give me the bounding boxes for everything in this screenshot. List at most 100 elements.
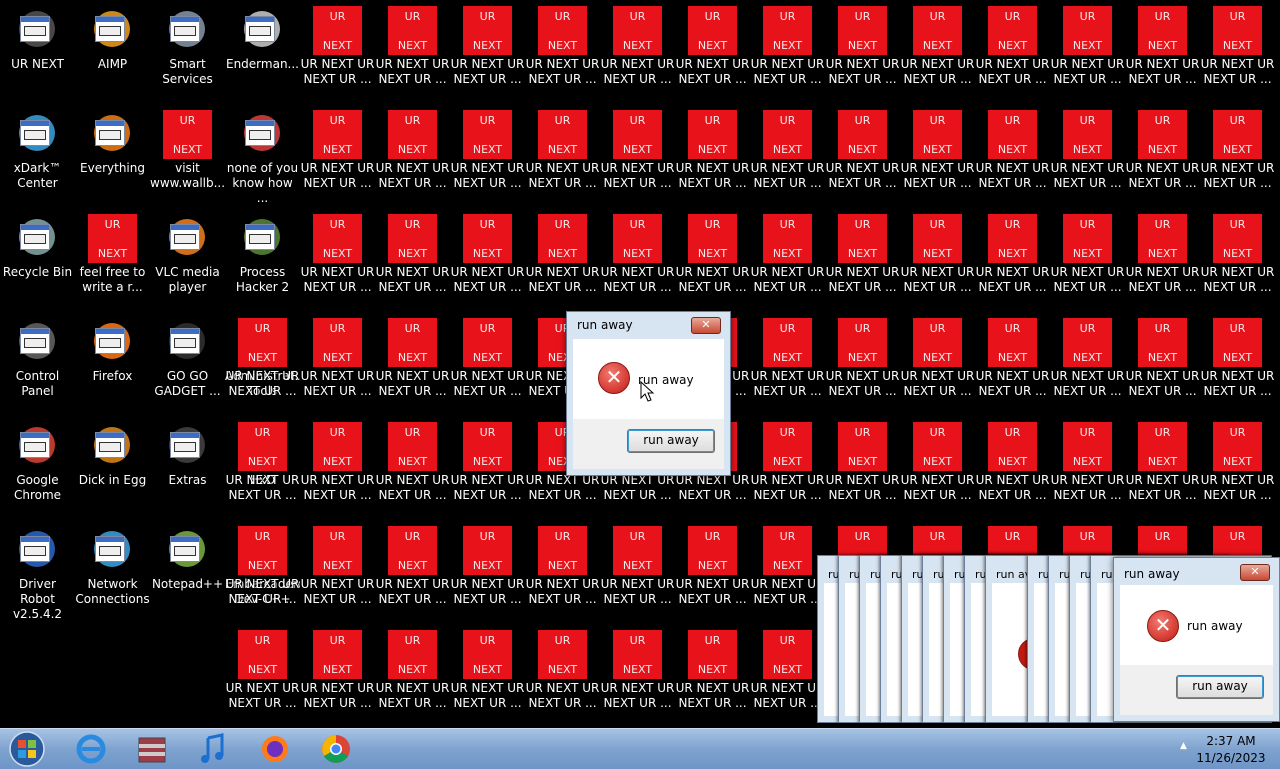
- ur-next-desktop-icon[interactable]: URNEXTUR NEXT UR NEXT UR ...: [450, 208, 525, 308]
- ur-next-desktop-icon[interactable]: URNEXTUR NEXT UR NEXT UR ...: [1200, 312, 1275, 412]
- ur-next-desktop-icon[interactable]: URNEXTUR NEXT UR NEXT UR ...: [450, 624, 525, 724]
- ur-next-desktop-icon[interactable]: URNEXTUR NEXT UR NEXT UR ...: [600, 208, 675, 308]
- ur-next-desktop-icon[interactable]: URNEXTUR NEXT UR NEXT UR ...: [750, 312, 825, 412]
- ur-next-desktop-icon[interactable]: URNEXTUR NEXT UR NEXT UR ...: [300, 104, 375, 204]
- ur-next-desktop-icon[interactable]: URNEXTUR NEXT UR NEXT UR ...: [525, 624, 600, 724]
- ur-next-desktop-icon[interactable]: URNEXTUR NEXT UR NEXT UR ...: [825, 208, 900, 308]
- start-button[interactable]: [2, 731, 52, 767]
- ur-next-desktop-icon[interactable]: URNEXTUR NEXT UR NEXT UR ...: [600, 520, 675, 620]
- ur-next-desktop-icon[interactable]: URNEXTUR NEXT UR NEXT UR ...: [1050, 208, 1125, 308]
- taskbar-firefox[interactable]: [248, 732, 300, 766]
- desktop-icon[interactable]: Dick in Egg: [75, 416, 150, 516]
- run-away-dialog-front[interactable]: run away ✕ ✕ run away run away: [1113, 557, 1280, 722]
- ur-next-desktop-icon[interactable]: URNEXTUR NEXT UR NEXT UR ...: [525, 104, 600, 204]
- ur-next-desktop-icon[interactable]: URNEXTUR NEXT UR NEXT UR ...: [450, 416, 525, 516]
- ur-next-desktop-icon[interactable]: URNEXTUR NEXT UR NEXT UR ...: [900, 208, 975, 308]
- ur-next-desktop-icon[interactable]: URNEXTUR NEXT UR NEXT UR ...: [375, 416, 450, 516]
- ur-next-desktop-icon[interactable]: URNEXTUR NEXT UR NEXT UR ...: [1050, 416, 1125, 516]
- ur-next-desktop-icon[interactable]: URNEXTUR NEXT UR NEXT UR ...: [975, 208, 1050, 308]
- ur-next-desktop-icon[interactable]: URNEXTUR NEXT UR NEXT UR ...: [825, 416, 900, 516]
- ur-next-desktop-icon[interactable]: URNEXTUR NEXT UR NEXT UR ...: [675, 520, 750, 620]
- ur-next-desktop-icon[interactable]: URNEXTUR NEXT UR NEXT UR ...: [750, 624, 825, 724]
- ur-next-desktop-icon[interactable]: URNEXTUR NEXT UR NEXT UR ...: [750, 416, 825, 516]
- ur-next-desktop-icon[interactable]: URNEXTUR NEXT UR NEXT UR ...: [675, 208, 750, 308]
- desktop-icon[interactable]: VLC media player: [150, 208, 225, 308]
- ur-next-desktop-icon[interactable]: URNEXTUR NEXT UR NEXT UR ...: [1050, 104, 1125, 204]
- desktop-icon[interactable]: Control Panel: [0, 312, 75, 412]
- ur-next-desktop-icon[interactable]: URNEXTUR NEXT UR NEXT UR ...: [450, 312, 525, 412]
- desktop-icon[interactable]: GO GO GADGET ...: [150, 312, 225, 412]
- ur-next-desktop-icon[interactable]: URNEXTUR NEXT UR NEXT UR ...: [1125, 208, 1200, 308]
- clock-date[interactable]: 11/26/2023: [1196, 751, 1266, 765]
- desktop-icon[interactable]: Google Chrome: [0, 416, 75, 516]
- desktop-icon[interactable]: Recycle Bin: [0, 208, 75, 308]
- ur-next-desktop-icon[interactable]: URNEXTUR NEXT UR NEXT UR ...: [900, 416, 975, 516]
- ur-next-desktop-icon[interactable]: URNEXTUR NEXT UR NEXT UR ...: [750, 208, 825, 308]
- taskbar-chrome[interactable]: [309, 732, 361, 766]
- desktop-icon[interactable]: Smart Services: [150, 0, 225, 100]
- tray-show-hidden-icon[interactable]: ▲: [1180, 741, 1187, 751]
- desktop-icon[interactable]: Driver Robot v2.5.4.2: [0, 520, 75, 621]
- ur-next-desktop-icon[interactable]: URNEXTUR NEXT UR NEXT UR ...: [300, 520, 375, 620]
- ur-next-desktop-icon[interactable]: URNEXTUR NEXT UR NEXT UR ...: [750, 520, 825, 620]
- run-away-button[interactable]: run away: [627, 429, 715, 453]
- run-away-button[interactable]: run away: [1176, 675, 1264, 699]
- ur-next-desktop-icon[interactable]: URNEXTUR NEXT UR NEXT UR ...: [225, 312, 300, 412]
- ur-next-desktop-icon[interactable]: URNEXTUR NEXT UR NEXT UR ...: [375, 208, 450, 308]
- desktop-icon[interactable]: Firefox: [75, 312, 150, 412]
- taskbar-internet-explorer[interactable]: [64, 732, 116, 766]
- ur-next-desktop-icon[interactable]: URNEXTUR NEXT UR NEXT UR ...: [375, 104, 450, 204]
- ur-next-desktop-icon[interactable]: URNEXTUR NEXT UR NEXT UR ...: [225, 416, 300, 516]
- ur-next-desktop-icon[interactable]: URNEXTUR NEXT UR NEXT UR ...: [375, 312, 450, 412]
- ur-next-desktop-icon[interactable]: URNEXTUR NEXT UR NEXT UR ...: [525, 208, 600, 308]
- ur-next-desktop-icon[interactable]: URNEXTUR NEXT UR NEXT UR ...: [1125, 0, 1200, 100]
- ur-next-desktop-icon[interactable]: URNEXTUR NEXT UR NEXT UR ...: [825, 104, 900, 204]
- desktop-icon[interactable]: xDark™ Center: [0, 104, 75, 204]
- ur-next-desktop-icon[interactable]: URNEXTUR NEXT UR NEXT UR ...: [975, 312, 1050, 412]
- ur-next-desktop-icon[interactable]: URNEXTUR NEXT UR NEXT UR ...: [825, 0, 900, 100]
- ur-next-desktop-icon[interactable]: URNEXTUR NEXT UR NEXT UR ...: [1050, 0, 1125, 100]
- clock-time[interactable]: 2:37 AM: [1196, 734, 1266, 748]
- ur-next-desktop-icon[interactable]: URNEXTUR NEXT UR NEXT UR ...: [450, 0, 525, 100]
- ur-next-desktop-icon[interactable]: URNEXTUR NEXT UR NEXT UR ...: [600, 104, 675, 204]
- ur-next-desktop-icon[interactable]: URNEXTUR NEXT UR NEXT UR ...: [300, 416, 375, 516]
- ur-next-desktop-icon[interactable]: URNEXTUR NEXT UR NEXT UR ...: [1050, 312, 1125, 412]
- ur-next-desktop-icon[interactable]: URNEXTUR NEXT UR NEXT UR ...: [675, 104, 750, 204]
- ur-next-desktop-icon[interactable]: URNEXTUR NEXT UR NEXT UR ...: [975, 416, 1050, 516]
- ur-next-desktop-icon[interactable]: URNEXTUR NEXT UR NEXT UR ...: [1200, 0, 1275, 100]
- ur-next-desktop-icon[interactable]: URNEXTUR NEXT UR NEXT UR ...: [900, 104, 975, 204]
- desktop-icon[interactable]: Enderman...: [225, 0, 300, 100]
- desktop-icon[interactable]: Everything: [75, 104, 150, 204]
- ur-next-desktop-icon[interactable]: URNEXTUR NEXT UR NEXT UR ...: [225, 520, 300, 620]
- desktop-icon[interactable]: Process Hacker 2: [225, 208, 300, 308]
- ur-next-desktop-icon[interactable]: URNEXTUR NEXT UR NEXT UR ...: [750, 104, 825, 204]
- ur-next-desktop-icon[interactable]: URNEXTUR NEXT UR NEXT UR ...: [375, 0, 450, 100]
- desktop-icon[interactable]: Extras: [150, 416, 225, 516]
- desktop-icon[interactable]: UR NEXT feel free to write a r...: [75, 208, 150, 308]
- desktop-icon[interactable]: AIMP: [75, 0, 150, 100]
- ur-next-desktop-icon[interactable]: URNEXTUR NEXT UR NEXT UR ...: [375, 624, 450, 724]
- ur-next-desktop-icon[interactable]: URNEXTUR NEXT UR NEXT UR ...: [1200, 104, 1275, 204]
- ur-next-desktop-icon[interactable]: URNEXTUR NEXT UR NEXT UR ...: [900, 0, 975, 100]
- ur-next-desktop-icon[interactable]: URNEXTUR NEXT UR NEXT UR ...: [300, 208, 375, 308]
- ur-next-desktop-icon[interactable]: URNEXTUR NEXT UR NEXT UR ...: [1125, 104, 1200, 204]
- desktop-icon[interactable]: Network Connections: [75, 520, 150, 620]
- ur-next-desktop-icon[interactable]: URNEXTUR NEXT UR NEXT UR ...: [1200, 416, 1275, 516]
- ur-next-desktop-icon[interactable]: URNEXTUR NEXT UR NEXT UR ...: [975, 0, 1050, 100]
- taskbar-archive-app[interactable]: [125, 732, 177, 766]
- ur-next-desktop-icon[interactable]: URNEXTUR NEXT UR NEXT UR ...: [1125, 312, 1200, 412]
- ur-next-desktop-icon[interactable]: URNEXTUR NEXT UR NEXT UR ...: [900, 312, 975, 412]
- ur-next-desktop-icon[interactable]: URNEXTUR NEXT UR NEXT UR ...: [975, 104, 1050, 204]
- taskbar-music-player[interactable]: [186, 732, 238, 766]
- ur-next-desktop-icon[interactable]: URNEXTUR NEXT UR NEXT UR ...: [600, 624, 675, 724]
- ur-next-desktop-icon[interactable]: URNEXTUR NEXT UR NEXT UR ...: [525, 520, 600, 620]
- ur-next-desktop-icon[interactable]: URNEXTUR NEXT UR NEXT UR ...: [675, 0, 750, 100]
- ur-next-desktop-icon[interactable]: URNEXTUR NEXT UR NEXT UR ...: [225, 624, 300, 724]
- ur-next-desktop-icon[interactable]: URNEXTUR NEXT UR NEXT UR ...: [825, 312, 900, 412]
- ur-next-desktop-icon[interactable]: URNEXTUR NEXT UR NEXT UR ...: [600, 0, 675, 100]
- ur-next-desktop-icon[interactable]: URNEXTUR NEXT UR NEXT UR ...: [300, 624, 375, 724]
- ur-next-desktop-icon[interactable]: URNEXTUR NEXT UR NEXT UR ...: [300, 0, 375, 100]
- close-button[interactable]: ✕: [1240, 564, 1270, 581]
- desktop-icon[interactable]: none of you know how ...: [225, 104, 300, 205]
- ur-next-desktop-icon[interactable]: URNEXTUR NEXT UR NEXT UR ...: [450, 104, 525, 204]
